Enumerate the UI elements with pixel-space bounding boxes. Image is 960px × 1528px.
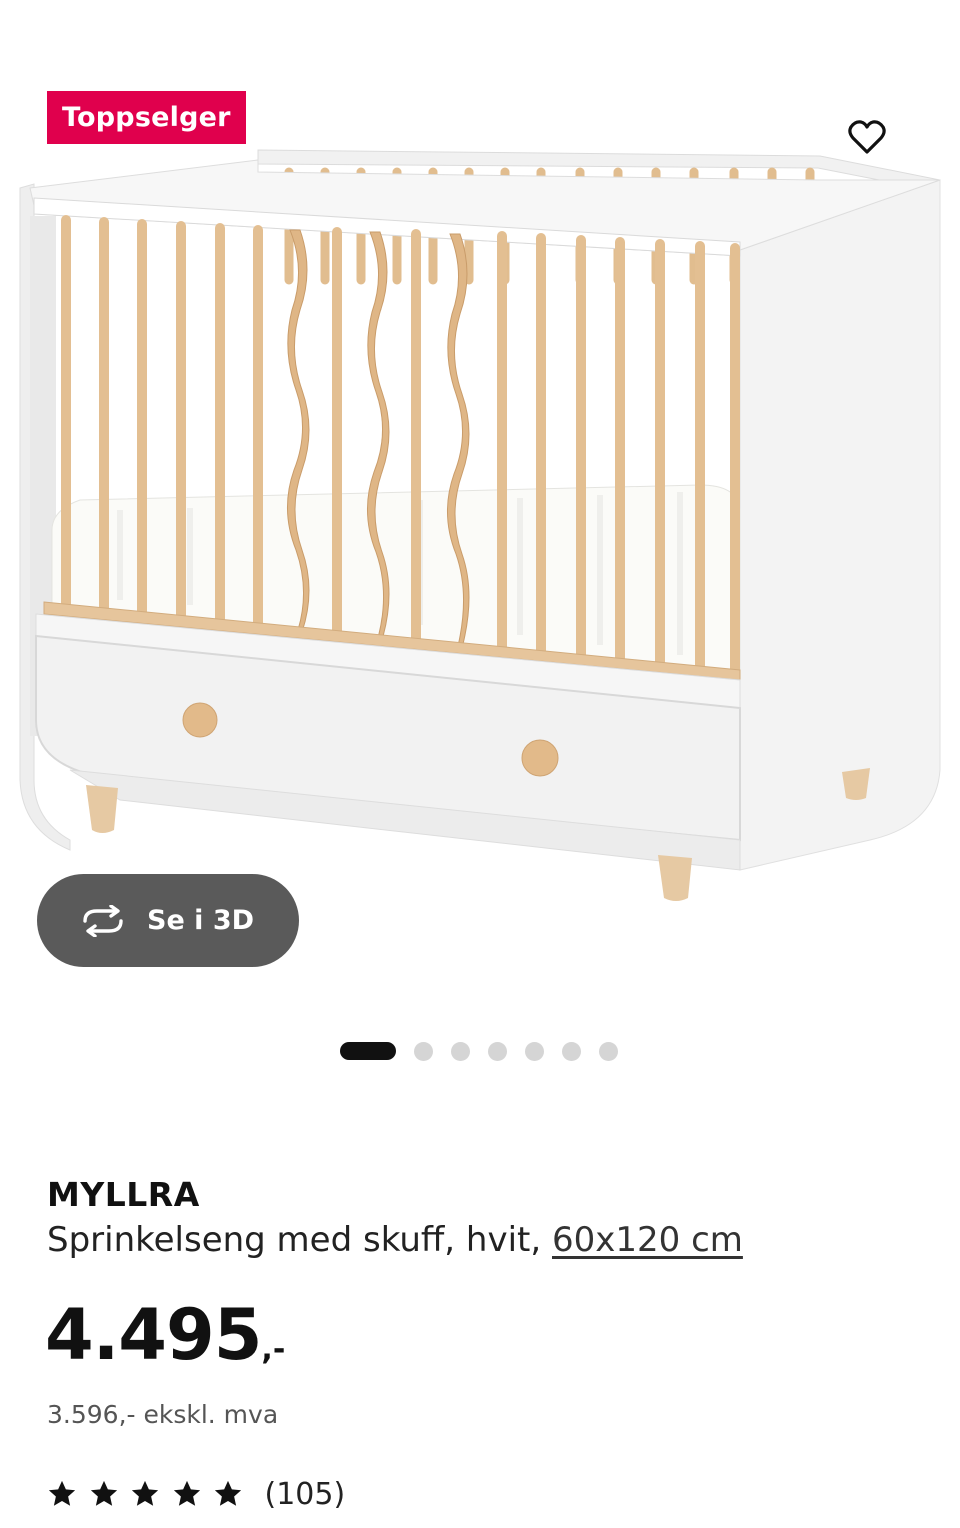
gallery-dot-7[interactable] [599,1041,618,1061]
product-rating[interactable]: (105) [47,1474,345,1514]
star-icon [214,1480,242,1506]
favorite-button[interactable] [838,110,896,164]
star-icon [173,1480,200,1506]
gallery-dot-4[interactable] [488,1041,507,1061]
star-icon [131,1480,159,1506]
gallery-dot-3[interactable] [451,1041,470,1061]
gallery-dot-5[interactable] [525,1041,544,1061]
product-price: 4.495,- [45,1294,285,1376]
gallery-dot-2[interactable] [414,1041,433,1061]
view-3d-button[interactable]: Se i 3D [37,874,299,967]
price-suffix: ,- [261,1332,286,1367]
gallery-dot-1[interactable] [340,1042,396,1060]
product-description-text: Sprinkelseng med skuff, hvit, [47,1220,552,1260]
star-icon [90,1480,117,1506]
gallery-dot-6[interactable] [562,1041,581,1061]
star-icon [48,1480,76,1506]
rotate-arrows-icon [79,904,127,937]
product-brand: MYLLRA [47,1175,200,1214]
product-image [19,149,941,901]
heart-outline-icon [848,120,886,154]
view-3d-label: Se i 3D [147,905,255,936]
product-description: Sprinkelseng med skuff, hvit, 60x120 cm [47,1220,743,1260]
size-link[interactable]: 60x120 cm [552,1220,743,1260]
rating-count: (105) [264,1476,346,1512]
gallery-pagination[interactable] [340,1041,636,1061]
price-ex-vat: 3.596,- ekskl. mva [47,1400,279,1429]
top-seller-badge: Toppselger [47,91,246,144]
price-main: 4.495 [45,1294,262,1376]
product-gallery[interactable]: Toppselger Se i 3D [0,0,960,1090]
